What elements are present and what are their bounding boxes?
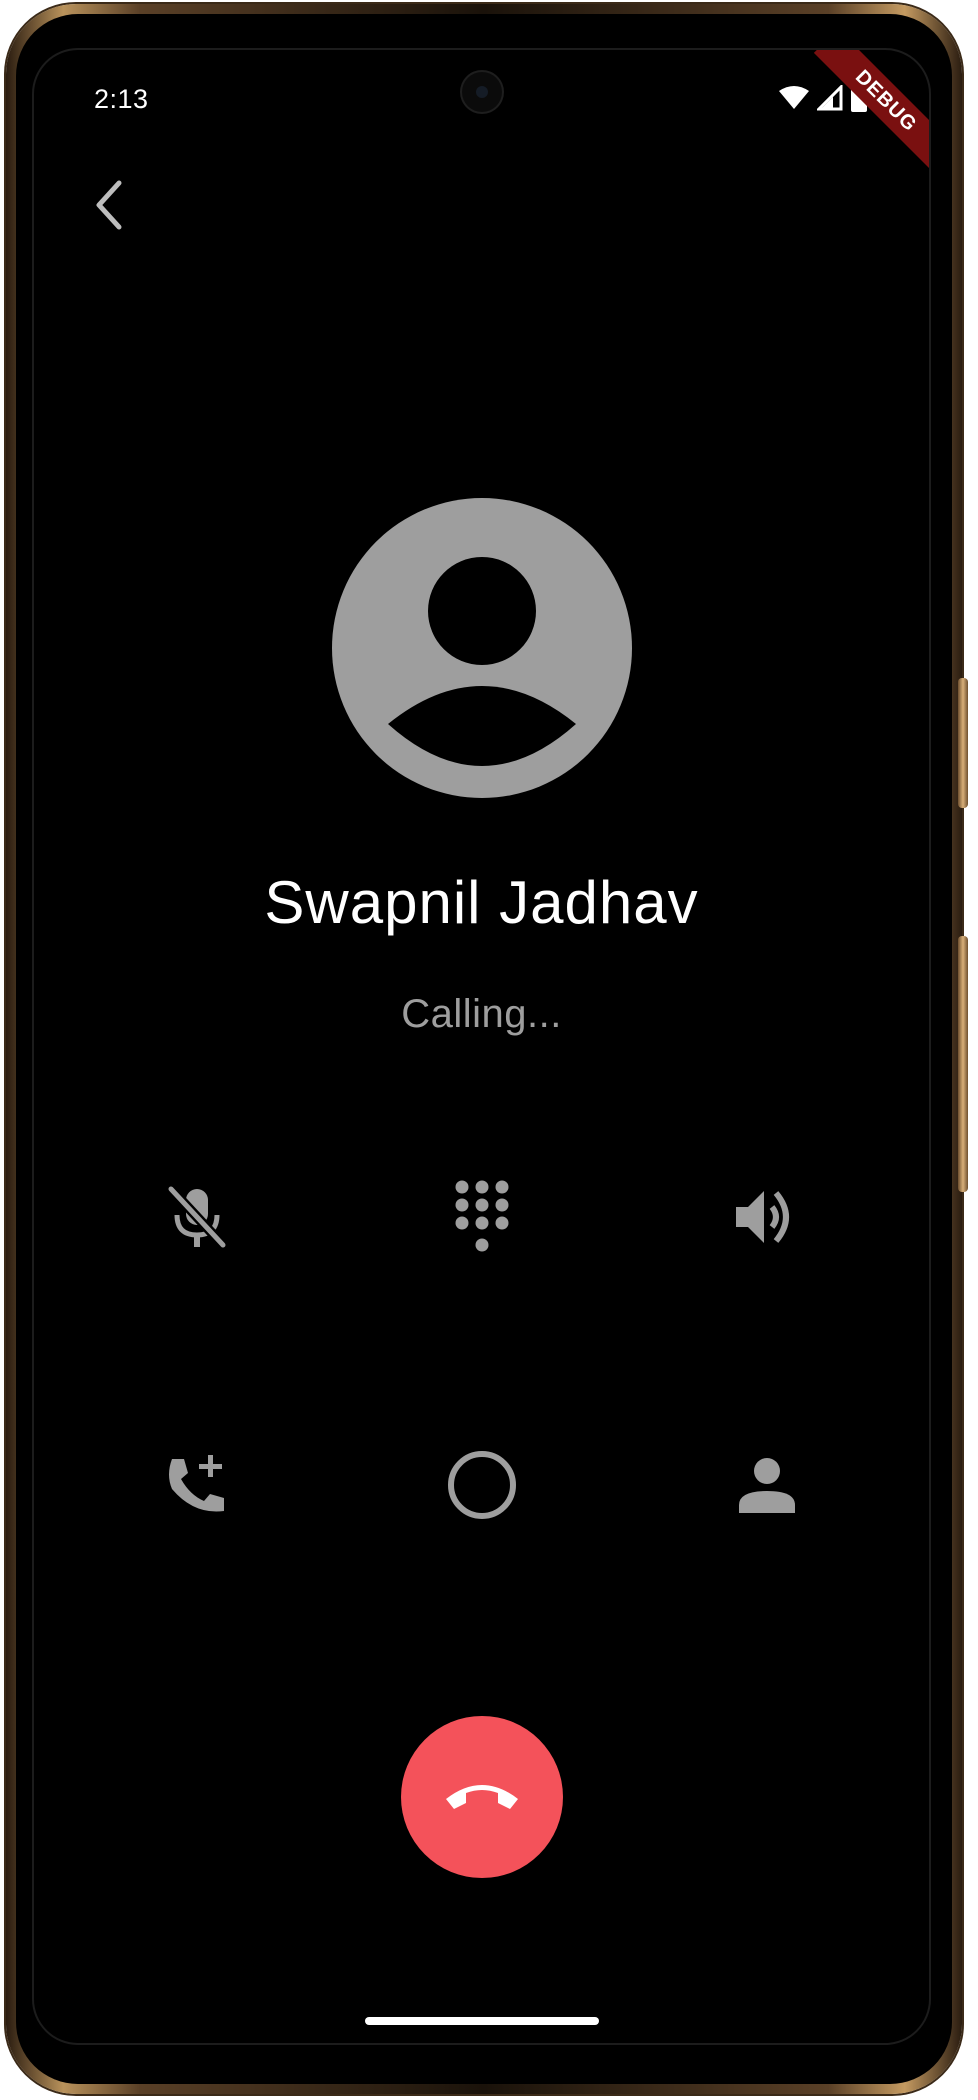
speaker-button[interactable] — [712, 1164, 822, 1274]
front-camera — [462, 72, 502, 112]
add-call-icon — [164, 1453, 230, 1522]
home-indicator[interactable] — [365, 2017, 599, 2025]
contacts-button[interactable] — [712, 1432, 822, 1542]
person-icon — [737, 1455, 797, 1520]
caller-avatar — [332, 498, 632, 798]
keypad-button[interactable] — [427, 1164, 537, 1274]
hold-button[interactable] — [427, 1432, 537, 1542]
caller-name: Swapnil Jadhav — [264, 869, 699, 936]
chevron-left-icon — [91, 179, 127, 236]
back-button[interactable] — [74, 172, 144, 242]
call-end-icon — [442, 1777, 522, 1818]
volume-up-icon — [734, 1187, 800, 1252]
add-call-button[interactable] — [142, 1432, 252, 1542]
dialpad-icon — [452, 1179, 512, 1260]
circle-outline-icon — [447, 1450, 517, 1525]
side-button-upper — [958, 678, 968, 808]
end-call-button[interactable] — [401, 1716, 563, 1878]
cellular-signal-icon — [815, 83, 843, 116]
mic-off-icon — [165, 1183, 229, 1256]
call-screen: 2:13 DEBUG Swapnil Jadhav Calling... — [34, 50, 929, 2043]
mute-button[interactable] — [142, 1164, 252, 1274]
wifi-icon — [779, 86, 809, 115]
account-circle-icon — [332, 498, 632, 802]
status-time: 2:13 — [94, 84, 149, 114]
side-button-lower — [958, 936, 968, 1192]
call-status: Calling... — [401, 992, 562, 1036]
